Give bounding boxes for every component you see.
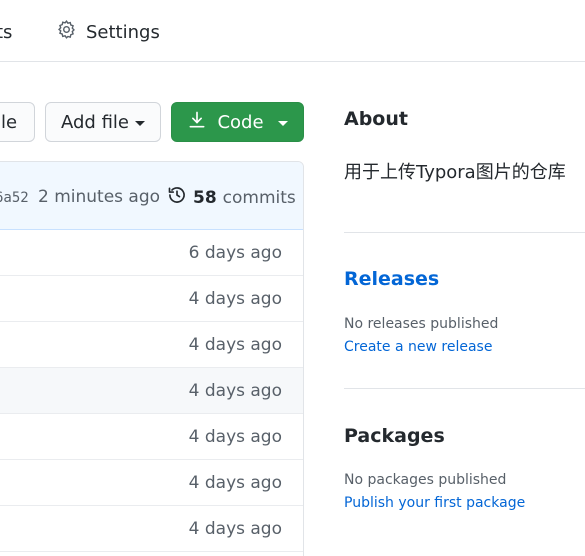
file-row[interactable]: 4 days ago — [0, 368, 303, 414]
no-releases-text: No releases published — [344, 316, 499, 332]
history-icon — [167, 185, 187, 210]
file-age: 4 days ago — [188, 519, 282, 539]
sidebar-divider — [344, 388, 585, 389]
file-row[interactable]: 4 days ago — [0, 506, 303, 552]
file-row[interactable]: 4 days ago — [0, 460, 303, 506]
file-age: 4 days ago — [188, 381, 282, 401]
file-row[interactable]: 4 days ago — [0, 414, 303, 460]
tab-settings[interactable]: Settings — [56, 19, 160, 45]
publish-package-link[interactable]: Publish your first package — [344, 495, 525, 511]
tab-settings-label: Settings — [86, 21, 160, 43]
code-button-label: Code — [217, 111, 264, 133]
chevron-down-icon — [134, 120, 145, 126]
file-row[interactable]: 6 days ago — [0, 230, 303, 276]
sidebar-divider — [344, 232, 585, 233]
commit-hash[interactable]: 6a52 — [0, 190, 29, 206]
file-row[interactable]: 4 days ago — [0, 276, 303, 322]
tab-insights-partial[interactable]: ts — [0, 22, 12, 43]
commit-word: commits — [222, 187, 296, 208]
packages-heading: Packages — [344, 425, 445, 447]
file-row[interactable]: 4 days ago — [0, 322, 303, 368]
file-age: 4 days ago — [188, 335, 282, 355]
chevron-down-icon — [277, 120, 288, 126]
file-age: 4 days ago — [188, 289, 282, 309]
go-to-file-label: le — [1, 111, 18, 133]
go-to-file-button[interactable]: le — [0, 102, 35, 142]
about-heading: About — [344, 108, 408, 130]
repo-nav: ts Settings — [0, 0, 585, 62]
commits-link[interactable]: 58 commits — [167, 185, 296, 210]
code-button[interactable]: Code — [171, 102, 304, 142]
commit-time[interactable]: 2 minutes ago — [38, 187, 160, 207]
file-age: 6 days ago — [188, 243, 282, 263]
latest-commit-bar: 6a52 2 minutes ago 58 commits — [0, 162, 303, 230]
gear-icon — [56, 19, 77, 45]
file-age: 4 days ago — [188, 427, 282, 447]
file-list: 6a52 2 minutes ago 58 commits 6 days ago… — [0, 161, 304, 556]
repo-description: 用于上传Typora图片的仓库 — [344, 162, 566, 183]
no-packages-text: No packages published — [344, 472, 507, 488]
file-age: 4 days ago — [188, 473, 282, 493]
create-release-link[interactable]: Create a new release — [344, 339, 492, 355]
commit-count: 58 — [193, 187, 217, 208]
download-icon — [187, 110, 207, 135]
add-file-button[interactable]: Add file — [45, 102, 161, 142]
add-file-label: Add file — [61, 111, 129, 133]
releases-link[interactable]: Releases — [344, 268, 439, 290]
